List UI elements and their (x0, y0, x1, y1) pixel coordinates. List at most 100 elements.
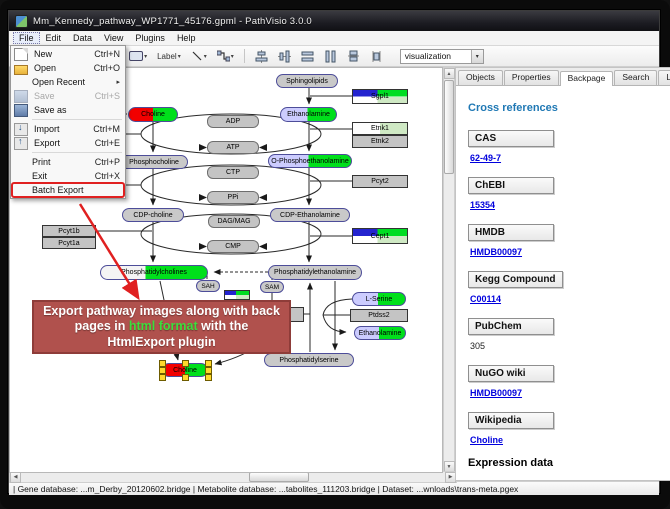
pathway-node-phosphatidylcholines[interactable]: Phosphatidylcholines (100, 265, 208, 280)
xref-section-pubchem: PubChem305 (468, 316, 670, 351)
file-menu-item-new[interactable]: NewCtrl+N (12, 47, 124, 61)
pathway-label-ppi[interactable]: PPi (207, 191, 259, 204)
pathway-label-adp[interactable]: ADP (207, 115, 259, 128)
xref-section-nugo-wiki: NuGO wikiHMDB00097 (468, 363, 670, 398)
selection-handle[interactable] (159, 367, 166, 374)
pathway-node-phosphatidylserine[interactable]: Phosphatidylserine (264, 353, 354, 367)
xref-value: 305 (470, 341, 670, 351)
chevron-down-icon[interactable]: ▾ (178, 53, 181, 60)
selection-handle[interactable] (182, 360, 189, 367)
pathway-label-ctp[interactable]: CTP (207, 166, 259, 179)
menu-item-label: Batch Export (32, 185, 120, 195)
pathway-gene-cept1[interactable]: Cept1 (352, 228, 408, 244)
vertical-scroll-thumb[interactable] (444, 80, 454, 174)
pathway-gene-etnk1[interactable]: Etnk1 (352, 122, 408, 135)
chevron-down-icon[interactable]: ▾ (231, 53, 234, 60)
scroll-up-icon[interactable]: ▲ (444, 68, 455, 79)
stack-vertical-button[interactable] (344, 48, 363, 65)
xref-value[interactable]: Choline (470, 435, 670, 445)
selection-handle[interactable] (205, 360, 212, 367)
stack-horizontal-button[interactable] (367, 48, 386, 65)
scroll-left-icon[interactable]: ◀ (10, 472, 21, 483)
tab-search[interactable]: Search (614, 70, 657, 85)
pathway-gene-ptdss2[interactable]: Ptdss2 (350, 309, 408, 322)
xref-section-kegg-compound: Kegg Compound C00114 (468, 269, 670, 304)
xref-section-cas: CAS62-49-7 (468, 128, 670, 163)
menu-help[interactable]: Help (171, 32, 202, 44)
menu-view[interactable]: View (98, 32, 129, 44)
pathway-node-l-serine[interactable]: L-Serine (352, 292, 406, 306)
tab-legend[interactable]: Legend (658, 70, 670, 85)
expression-data-heading: Expression data (468, 457, 670, 469)
pathway-gene-partial[interactable] (224, 290, 250, 300)
selection-handle[interactable] (159, 374, 166, 381)
file-menu-item-import[interactable]: ImportCtrl+M (12, 122, 124, 136)
pathway-node-cdp-ethanolamine[interactable]: CDP-Ethanolamine (270, 208, 350, 222)
menu-item-label: Save as (34, 105, 120, 115)
titlebar: Mm_Kennedy_pathway_WP1771_45176.gpml - P… (9, 11, 659, 31)
tab-objects[interactable]: Objects (458, 70, 503, 85)
file-menu-item-open-recent[interactable]: Open Recent▸ (12, 75, 124, 89)
label-tool-button[interactable]: Label ▾ (154, 48, 184, 65)
horizontal-scroll-thumb[interactable] (249, 472, 309, 482)
selection-handle[interactable] (159, 360, 166, 367)
selection-handle[interactable] (205, 367, 212, 374)
connector-tool-button[interactable]: ▾ (214, 48, 237, 65)
annotation-callout: Export pathway images along with backpag… (32, 300, 291, 354)
pathway-gene-etnk2[interactable]: Etnk2 (352, 135, 408, 148)
pathway-gene-pcyt2[interactable]: Pcyt2 (352, 175, 408, 188)
pathway-gene-sgpl1[interactable]: Sgpl1 (352, 89, 408, 104)
selection-handle[interactable] (205, 374, 212, 381)
align-center-x-button[interactable] (252, 48, 271, 65)
pathway-node-sah[interactable]: SAH (196, 280, 220, 292)
align-center-y-button[interactable] (275, 48, 294, 65)
chevron-down-icon[interactable]: ▾ (471, 50, 483, 63)
pathway-label-atp[interactable]: ATP (207, 141, 259, 154)
xref-title: Kegg Compound (468, 271, 563, 288)
xref-value[interactable]: 15354 (470, 200, 670, 210)
file-menu-item-export[interactable]: ExportCtrl+E (12, 136, 124, 150)
pathway-node-cdp-choline[interactable]: CDP-choline (122, 208, 184, 222)
xref-value[interactable]: HMDB00097 (470, 247, 670, 257)
xref-value[interactable]: C00114 (470, 294, 670, 304)
pathway-gene-pcyt1a[interactable]: Pcyt1a (42, 237, 96, 249)
pathway-node-sam[interactable]: SAM (260, 281, 284, 293)
tab-properties[interactable]: Properties (504, 70, 559, 85)
pathway-node-phosphatidylethanolamine[interactable]: Phosphatidylethanolamine (268, 265, 362, 280)
file-menu-item-save[interactable]: SaveCtrl+S (12, 89, 124, 103)
file-menu-item-exit[interactable]: ExitCtrl+X (12, 169, 124, 183)
pathway-node-phosphocholine[interactable]: Phosphocholine (120, 155, 188, 169)
file-menu-item-save-as[interactable]: Save as (12, 103, 124, 117)
file-menu-item-batch-export[interactable]: Batch Export (12, 183, 124, 197)
label-tool-text: Label (157, 52, 177, 61)
xref-title: Wikipedia (468, 412, 554, 429)
tab-backpage[interactable]: Backpage (560, 71, 614, 86)
chevron-down-icon[interactable]: ▾ (204, 53, 207, 60)
file-menu: NewCtrl+NOpenCtrl+OOpen Recent▸SaveCtrl+… (10, 45, 126, 199)
menu-edit[interactable]: Edit (40, 32, 68, 44)
pathway-label-cmp[interactable]: CMP (207, 240, 259, 253)
xref-value[interactable]: 62-49-7 (470, 153, 670, 163)
gene-node-tool-button[interactable]: ▾ (126, 48, 150, 65)
menu-plugins[interactable]: Plugins (129, 32, 171, 44)
pathway-gene-pcyt1b[interactable]: Pcyt1b (42, 225, 96, 237)
pathway-label-dag-mag[interactable]: DAG/MAG (208, 215, 260, 228)
visualization-combobox[interactable]: visualization ▾ (400, 49, 484, 64)
menu-data[interactable]: Data (67, 32, 98, 44)
pathway-node-ethanolamine[interactable]: Ethanolamine (280, 107, 337, 122)
selection-handle[interactable] (182, 374, 189, 381)
file-menu-item-print[interactable]: PrintCtrl+P (12, 155, 124, 169)
file-menu-item-open[interactable]: OpenCtrl+O (12, 61, 124, 75)
distribute-horizontal-button[interactable] (298, 48, 317, 65)
distribute-vertical-button[interactable] (321, 48, 340, 65)
pathway-node-sphingolipids[interactable]: Sphingolipids (276, 74, 338, 88)
pathway-node-o-phosphoethanolamine[interactable]: O-Phosphoethanolamine (268, 154, 352, 168)
menubar: FileEditDataViewPluginsHelp (9, 31, 659, 46)
menu-file[interactable]: File (13, 32, 40, 44)
canvas-vertical-scrollbar[interactable]: ▲ ▼ (443, 67, 455, 473)
line-tool-button[interactable]: ▾ (188, 48, 210, 65)
pathway-node-choline[interactable]: Choline (128, 107, 178, 122)
pathway-node-ethanolamine[interactable]: Ethanolamine (354, 326, 406, 340)
chevron-down-icon[interactable]: ▾ (144, 53, 147, 60)
xref-value[interactable]: HMDB00097 (470, 388, 670, 398)
